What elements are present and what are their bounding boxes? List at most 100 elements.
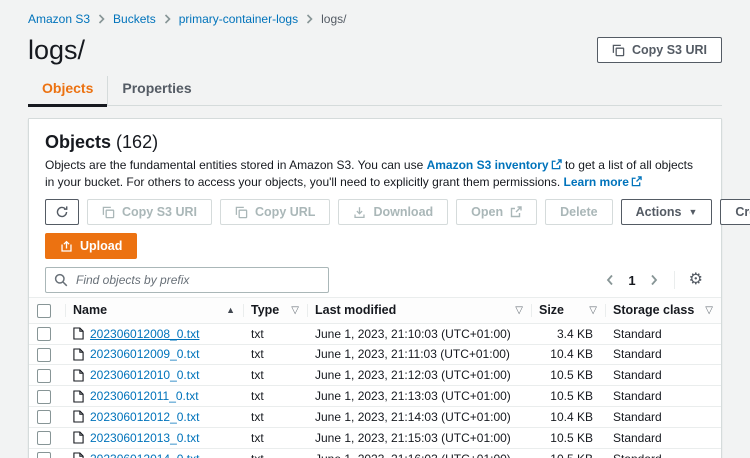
breadcrumb: Amazon S3 Buckets primary-container-logs… — [28, 10, 722, 26]
row-checkbox[interactable] — [37, 431, 51, 445]
tab-properties-label: Properties — [122, 80, 191, 96]
next-page-button[interactable] — [646, 270, 662, 290]
copy-icon — [102, 206, 115, 219]
object-storage-class: Standard — [605, 344, 721, 365]
row-checkbox[interactable] — [37, 410, 51, 424]
object-size: 10.5 KB — [531, 386, 605, 407]
chevron-right-icon — [98, 14, 105, 24]
column-header-last-modified[interactable]: Last modified — [315, 303, 396, 317]
object-link[interactable]: 202306012012_0.txt — [90, 410, 199, 424]
preferences-gear-button[interactable]: ⚙ — [687, 270, 705, 290]
select-all-checkbox[interactable] — [37, 304, 51, 318]
objects-count: (162) — [116, 132, 158, 152]
actions-dropdown-button[interactable]: Actions ▼ — [621, 199, 713, 225]
copy-s3-uri-button[interactable]: Copy S3 URI — [87, 199, 212, 225]
object-storage-class: Standard — [605, 323, 721, 344]
objects-toolbar: Copy S3 URI Copy URL Download Open — [45, 199, 705, 225]
file-icon — [73, 431, 84, 444]
search-icon — [54, 273, 68, 287]
current-page-number[interactable]: 1 — [622, 273, 641, 288]
chevron-right-icon — [164, 14, 171, 24]
object-type: txt — [243, 365, 307, 386]
download-icon — [353, 206, 366, 219]
inventory-link[interactable]: Amazon S3 inventory — [427, 158, 549, 172]
column-header-type[interactable]: Type — [251, 303, 279, 317]
file-icon — [73, 452, 84, 458]
table-row: 202306012009_0.txt txt June 1, 2023, 21:… — [29, 344, 721, 365]
table-row: 202306012012_0.txt txt June 1, 2023, 21:… — [29, 407, 721, 428]
object-storage-class: Standard — [605, 365, 721, 386]
delete-button-label: Delete — [560, 205, 598, 219]
search-box — [45, 267, 329, 293]
breadcrumb-amazon-s3[interactable]: Amazon S3 — [28, 12, 90, 26]
delete-button[interactable]: Delete — [545, 199, 613, 225]
open-button[interactable]: Open — [456, 199, 537, 225]
divider — [674, 271, 675, 289]
breadcrumb-bucket-name[interactable]: primary-container-logs — [179, 12, 298, 26]
column-header-size[interactable]: Size — [539, 303, 564, 317]
row-checkbox[interactable] — [37, 369, 51, 383]
object-last-modified: June 1, 2023, 21:12:03 (UTC+01:00) — [307, 365, 531, 386]
tab-objects[interactable]: Objects — [28, 76, 107, 105]
actions-button-label: Actions — [636, 205, 682, 219]
row-checkbox[interactable] — [37, 348, 51, 362]
copy-s3-uri-header-button[interactable]: Copy S3 URI — [597, 37, 722, 63]
column-header-name[interactable]: Name — [73, 303, 107, 317]
table-row: 202306012008_0.txt txt June 1, 2023, 21:… — [29, 323, 721, 344]
upload-button-label: Upload — [80, 239, 122, 253]
page-header: logs/ Copy S3 URI — [28, 34, 722, 66]
tab-bar: Objects Properties — [28, 76, 722, 106]
object-link[interactable]: 202306012011_0.txt — [90, 389, 199, 403]
objects-panel: Objects (162) Objects are the fundamenta… — [28, 118, 722, 458]
open-button-label: Open — [471, 205, 503, 219]
copy-s3-uri-label: Copy S3 URI — [632, 43, 707, 57]
learn-more-link[interactable]: Learn more — [564, 175, 629, 189]
file-icon — [73, 369, 84, 382]
object-last-modified: June 1, 2023, 21:14:03 (UTC+01:00) — [307, 407, 531, 428]
objects-heading-label: Objects — [45, 132, 111, 152]
object-link[interactable]: 202306012009_0.txt — [90, 347, 199, 361]
caret-down-icon: ▼ — [688, 208, 697, 217]
search-row: 1 ⚙ — [45, 267, 705, 293]
refresh-button[interactable] — [45, 199, 79, 225]
file-icon — [73, 390, 84, 403]
filter-icon[interactable]: ▽ — [515, 305, 523, 316]
object-storage-class: Standard — [605, 448, 721, 458]
objects-description: Objects are the fundamental entities sto… — [45, 157, 705, 191]
object-link[interactable]: 202306012010_0.txt — [90, 368, 199, 382]
object-type: txt — [243, 344, 307, 365]
previous-page-button[interactable] — [602, 270, 618, 290]
object-link[interactable]: 202306012008_0.txt — [90, 327, 199, 341]
row-checkbox[interactable] — [37, 390, 51, 404]
tab-properties[interactable]: Properties — [107, 76, 205, 105]
object-storage-class: Standard — [605, 407, 721, 428]
column-header-storage-class[interactable]: Storage class — [613, 303, 694, 317]
search-input[interactable] — [45, 267, 329, 293]
pagination: 1 ⚙ — [602, 270, 705, 290]
breadcrumb-buckets[interactable]: Buckets — [113, 12, 156, 26]
object-type: txt — [243, 386, 307, 407]
filter-icon[interactable]: ▽ — [291, 305, 299, 316]
external-link-icon — [631, 176, 642, 187]
copy-icon — [235, 206, 248, 219]
object-last-modified: June 1, 2023, 21:15:03 (UTC+01:00) — [307, 427, 531, 448]
download-button-label: Download — [373, 205, 433, 219]
download-button[interactable]: Download — [338, 199, 448, 225]
copy-url-button-label: Copy URL — [255, 205, 315, 219]
object-link[interactable]: 202306012014_0.txt — [90, 452, 199, 458]
create-folder-button[interactable]: Create folder — [720, 199, 750, 225]
table-row: 202306012014_0.txt txt June 1, 2023, 21:… — [29, 448, 721, 458]
copy-url-button[interactable]: Copy URL — [220, 199, 330, 225]
table-header-row: Name ▲ Type ▽ Last modified ▽ Size ▽ — [29, 298, 721, 324]
external-link-icon — [510, 206, 522, 218]
table-row: 202306012010_0.txt txt June 1, 2023, 21:… — [29, 365, 721, 386]
page-title: logs/ — [28, 34, 85, 66]
filter-icon[interactable]: ▽ — [705, 305, 713, 316]
object-size: 10.5 KB — [531, 427, 605, 448]
object-link[interactable]: 202306012013_0.txt — [90, 431, 199, 445]
sort-ascending-icon[interactable]: ▲ — [226, 305, 235, 315]
row-checkbox[interactable] — [37, 327, 51, 341]
filter-icon[interactable]: ▽ — [589, 305, 597, 316]
upload-button[interactable]: Upload — [45, 233, 137, 259]
row-checkbox[interactable] — [37, 452, 51, 458]
